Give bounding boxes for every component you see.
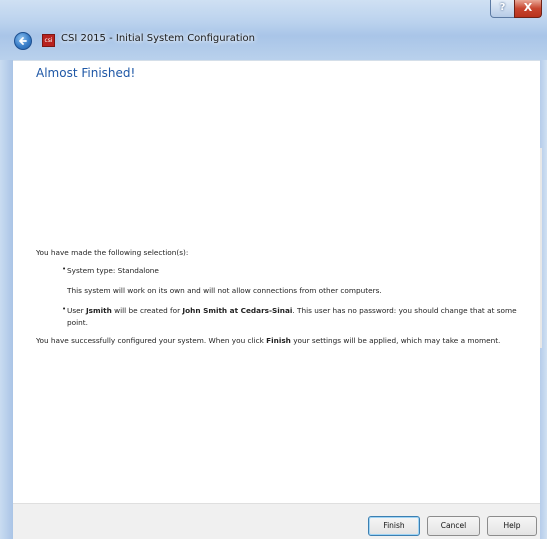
window-frame-left [0,60,13,539]
summary-prefix: You have successfully configured your sy… [36,336,267,345]
summary-suffix: your settings will be applied, which may… [290,336,501,345]
title-bar[interactable] [0,0,547,60]
user-suffix: . This user has no password: you should … [292,306,517,315]
window-title: CSI 2015 - Initial System Configuration [61,33,256,44]
wizard-window: csi CSI 2015 - Initial System Configurat… [0,0,547,539]
finish-button[interactable]: Finish [368,516,420,536]
close-caption-button[interactable]: X [514,0,542,18]
back-arrow-icon [19,37,27,45]
help-button[interactable]: Help [487,516,537,536]
username: Jsmith [85,306,112,315]
user-item-continuation: point. [67,318,88,327]
user-item: User Jsmith will be created for John Smi… [67,306,517,315]
content-edge [540,148,542,348]
user-prefix: User [67,306,86,315]
summary-keyword: Finish [266,336,291,345]
content-panel [13,60,540,503]
user-mid: will be created for [111,306,183,315]
system-type-detail: This system will work on its own and wil… [67,286,382,295]
summary-text: You have successfully configured your sy… [36,336,500,345]
back-button[interactable] [14,32,32,50]
system-type-item: System type: Standalone [67,266,159,275]
bullet-icon: • [62,265,67,273]
selections-intro: You have made the following selection(s)… [36,248,189,257]
app-icon: csi [42,34,55,47]
cancel-button[interactable]: Cancel [427,516,480,536]
bullet-icon: • [62,305,67,313]
help-caption-button[interactable]: ? [490,0,515,18]
page-heading: Almost Finished! [36,66,136,80]
user-fullname: John Smith at Cedars-Sinai [182,306,293,315]
